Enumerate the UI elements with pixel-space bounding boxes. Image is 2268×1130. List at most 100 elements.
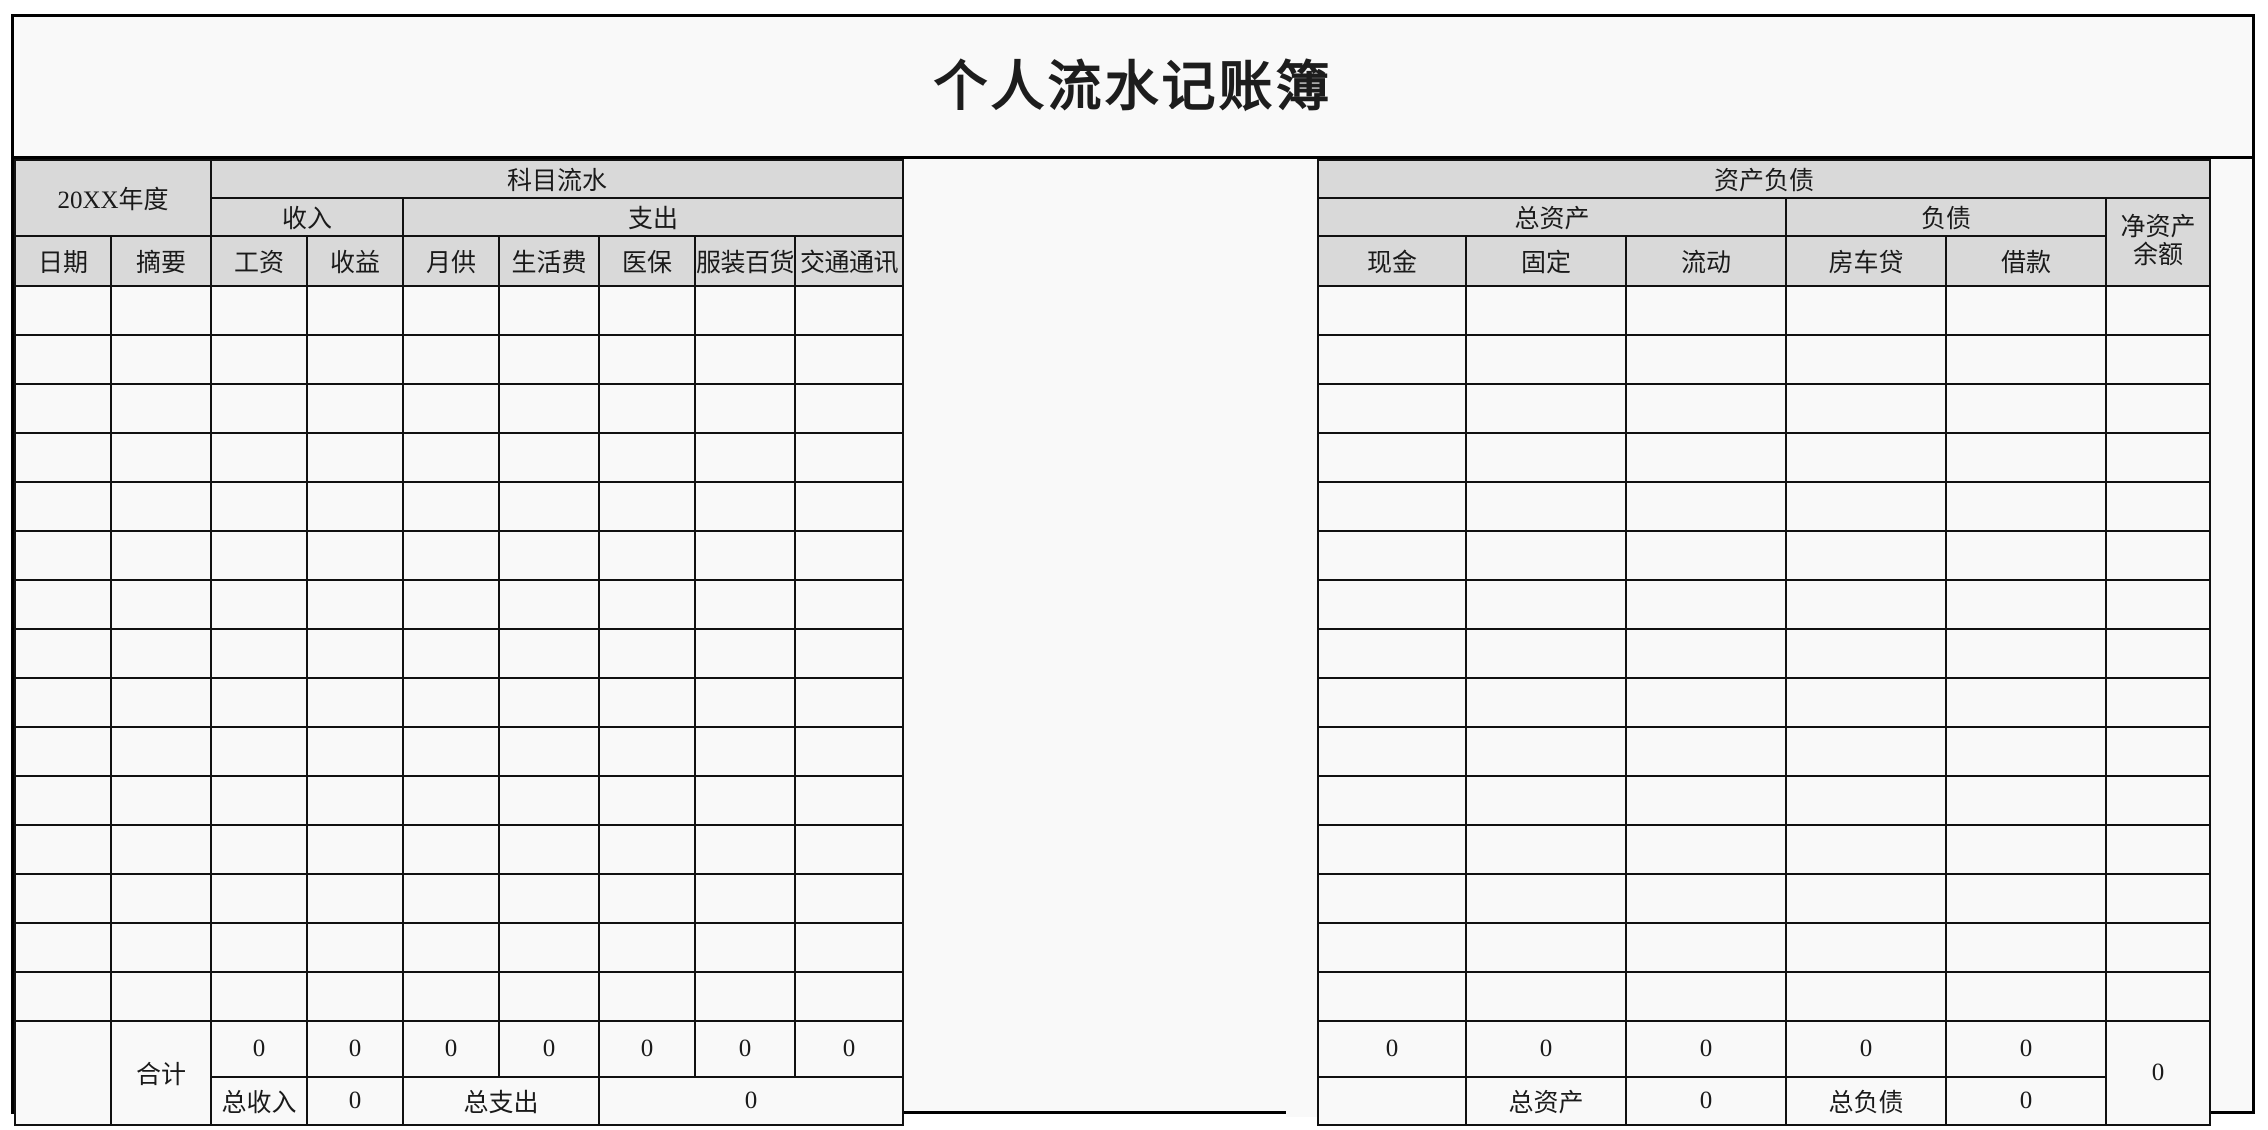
transaction-cell[interactable] — [110, 432, 212, 483]
balance-cell[interactable] — [1317, 971, 1467, 1022]
transaction-cell[interactable] — [14, 530, 112, 581]
transaction-cell[interactable] — [110, 285, 212, 336]
transaction-cell[interactable] — [14, 775, 112, 826]
balance-cell[interactable] — [1465, 677, 1627, 728]
transaction-cell[interactable] — [306, 285, 404, 336]
balance-cell[interactable] — [1625, 824, 1787, 875]
transaction-cell[interactable] — [306, 971, 404, 1022]
col-header-cash[interactable]: 现金 — [1317, 235, 1467, 287]
balance-cell[interactable] — [1465, 530, 1627, 581]
transaction-cell[interactable] — [598, 873, 696, 924]
transaction-cell[interactable] — [210, 628, 308, 679]
balance-cell[interactable] — [1465, 824, 1627, 875]
transaction-cell[interactable] — [402, 873, 500, 924]
total-medical[interactable]: 0 — [598, 1020, 696, 1078]
balance-cell[interactable] — [1317, 285, 1467, 336]
transaction-cell[interactable] — [210, 775, 308, 826]
transaction-cell[interactable] — [498, 824, 600, 875]
transaction-cell[interactable] — [794, 971, 905, 1022]
transaction-cell[interactable] — [498, 775, 600, 826]
transaction-cell[interactable] — [14, 579, 112, 630]
balance-cell[interactable] — [2105, 677, 2211, 728]
balance-cell[interactable] — [1945, 726, 2107, 777]
transaction-cell[interactable] — [794, 383, 905, 434]
balance-cell[interactable] — [1465, 334, 1627, 385]
transaction-cell[interactable] — [110, 383, 212, 434]
transaction-cell[interactable] — [210, 677, 308, 728]
transaction-cell[interactable] — [402, 824, 500, 875]
balance-cell[interactable] — [1785, 824, 1947, 875]
transaction-cell[interactable] — [210, 971, 308, 1022]
total-current[interactable]: 0 — [1625, 1020, 1787, 1078]
transaction-cell[interactable] — [14, 873, 112, 924]
col-header-salary[interactable]: 工资 — [210, 235, 308, 287]
balance-cell[interactable] — [1945, 481, 2107, 532]
subgroup-income[interactable]: 收入 — [210, 197, 404, 237]
balance-cell[interactable] — [1317, 824, 1467, 875]
balance-cell[interactable] — [2105, 432, 2211, 483]
balance-cell[interactable] — [1465, 432, 1627, 483]
total-income-value[interactable]: 0 — [306, 1076, 404, 1126]
total-clothing[interactable]: 0 — [693, 1020, 797, 1078]
transaction-cell[interactable] — [794, 481, 905, 532]
balance-cell[interactable] — [2105, 285, 2211, 336]
transaction-cell[interactable] — [306, 775, 404, 826]
transaction-cell[interactable] — [794, 677, 905, 728]
balance-cell[interactable] — [2105, 628, 2211, 679]
balance-cell[interactable] — [1945, 579, 2107, 630]
balance-cell[interactable] — [1625, 285, 1787, 336]
transaction-cell[interactable] — [402, 530, 500, 581]
balance-cell[interactable] — [1945, 530, 2107, 581]
transaction-cell[interactable] — [402, 971, 500, 1022]
transaction-cell[interactable] — [598, 971, 696, 1022]
balance-cell[interactable] — [1785, 922, 1947, 973]
transaction-cell[interactable] — [306, 432, 404, 483]
transaction-cell[interactable] — [306, 726, 404, 777]
balance-cell[interactable] — [1625, 579, 1787, 630]
transaction-cell[interactable] — [14, 922, 112, 973]
transaction-cell[interactable] — [402, 481, 500, 532]
transaction-cell[interactable] — [693, 677, 797, 728]
transaction-cell[interactable] — [110, 530, 212, 581]
balance-cell[interactable] — [2105, 873, 2211, 924]
col-header-house-car-loan[interactable]: 房车贷 — [1785, 235, 1947, 287]
transaction-cell[interactable] — [598, 530, 696, 581]
col-header-summary[interactable]: 摘要 — [110, 235, 212, 287]
col-header-medical[interactable]: 医保 — [598, 235, 696, 287]
balance-cell[interactable] — [1625, 677, 1787, 728]
balance-cell[interactable] — [1317, 775, 1467, 826]
transaction-cell[interactable] — [14, 677, 112, 728]
transaction-cell[interactable] — [210, 334, 308, 385]
transaction-cell[interactable] — [498, 383, 600, 434]
balance-cell[interactable] — [2105, 726, 2211, 777]
balance-cell[interactable] — [1625, 383, 1787, 434]
balance-cell[interactable] — [1785, 775, 1947, 826]
balance-cell[interactable] — [1945, 971, 2107, 1022]
balance-cell[interactable] — [1785, 530, 1947, 581]
transaction-cell[interactable] — [794, 334, 905, 385]
balance-cell[interactable] — [1465, 873, 1627, 924]
transaction-cell[interactable] — [402, 334, 500, 385]
total-expense-label[interactable]: 总支出 — [402, 1076, 600, 1126]
transaction-cell[interactable] — [794, 873, 905, 924]
transaction-cell[interactable] — [210, 726, 308, 777]
transaction-cell[interactable] — [498, 334, 600, 385]
transaction-cell[interactable] — [498, 677, 600, 728]
balance-cell[interactable] — [1785, 628, 1947, 679]
balance-cell[interactable] — [1317, 530, 1467, 581]
balance-cell[interactable] — [1465, 726, 1627, 777]
transaction-cell[interactable] — [306, 873, 404, 924]
transaction-cell[interactable] — [598, 775, 696, 826]
transaction-cell[interactable] — [306, 677, 404, 728]
balance-cell[interactable] — [1785, 285, 1947, 336]
balance-cell[interactable] — [1945, 432, 2107, 483]
total-liabilities-value[interactable]: 0 — [1945, 1076, 2107, 1126]
transaction-cell[interactable] — [693, 383, 797, 434]
transaction-cell[interactable] — [693, 481, 797, 532]
balance-cell[interactable] — [2105, 383, 2211, 434]
transaction-cell[interactable] — [306, 922, 404, 973]
col-header-transport[interactable]: 交通通讯 — [794, 235, 905, 287]
transaction-cell[interactable] — [110, 824, 212, 875]
transaction-cell[interactable] — [402, 775, 500, 826]
transaction-cell[interactable] — [14, 971, 112, 1022]
